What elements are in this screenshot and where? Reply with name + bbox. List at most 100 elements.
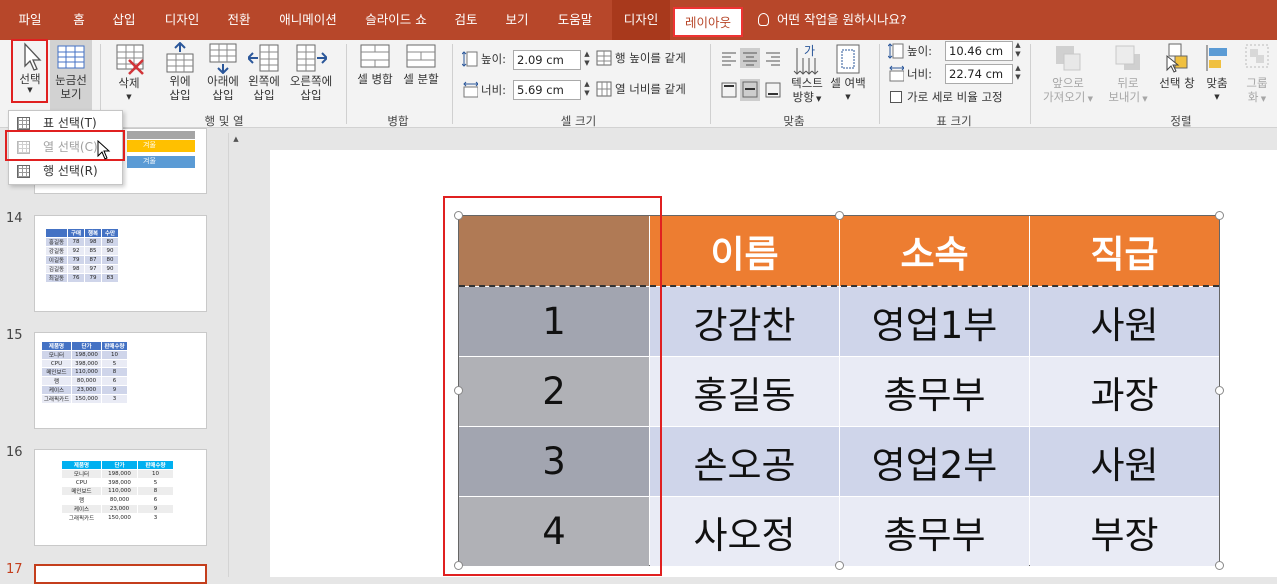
insert-below-button[interactable]: 아래에 삽입	[202, 42, 244, 102]
cell-margins-button[interactable]: 셀 여백 ▼	[828, 42, 868, 104]
table-height-input[interactable]: 10.46 cm	[945, 41, 1013, 61]
resize-handle[interactable]	[454, 561, 463, 570]
thumb-cell: 79	[84, 273, 102, 283]
table-header-cell[interactable]: 소속	[840, 216, 1029, 286]
slide-thumbnail-16[interactable]: 제품명 단가 판매수량 모니터 198,000 10 CPU 398,000 5 메인보드 110,…	[34, 449, 207, 546]
resize-handle[interactable]	[835, 561, 844, 570]
resize-handle[interactable]	[454, 211, 463, 220]
table-cell[interactable]: 총무부	[840, 497, 1029, 566]
view-gridlines-button[interactable]: 눈금선 보기	[50, 40, 92, 110]
tell-me-box[interactable]: 어떤 작업을 원하시나요?	[758, 0, 907, 40]
resize-handle[interactable]	[1215, 211, 1224, 220]
scroll-up-icon[interactable]: ▲	[229, 135, 243, 143]
insert-above-button[interactable]: 위에 삽입	[158, 42, 202, 102]
table-header-cell[interactable]: 이름	[650, 216, 839, 286]
align-middle-icon[interactable]	[740, 79, 760, 101]
table-cell[interactable]: 1	[459, 287, 649, 356]
table-cell[interactable]: 영업1부	[840, 287, 1029, 356]
table-cell[interactable]: 2	[459, 357, 649, 426]
table-width-input[interactable]: 22.74 cm	[945, 64, 1013, 84]
insert-left-button[interactable]: 왼쪽에 삽입	[244, 42, 284, 102]
tab-review[interactable]: 검토	[446, 0, 486, 40]
tab-animations[interactable]: 애니메이션	[270, 0, 346, 40]
tab-design[interactable]: 디자인	[156, 0, 208, 40]
table-cell[interactable]: 총무부	[840, 357, 1029, 426]
thumb-header-cell: 수만	[101, 228, 119, 238]
table-cell[interactable]: 사오정	[650, 497, 839, 566]
table-cell[interactable]: 과장	[1030, 357, 1219, 426]
merge-cells-button[interactable]: 셀 병합	[352, 42, 398, 86]
cell-margins-icon	[836, 44, 860, 74]
split-cells-button[interactable]: 셀 분할	[398, 42, 444, 86]
table-header-cell[interactable]: 직급	[1030, 216, 1219, 286]
table-cell[interactable]: 사원	[1030, 287, 1219, 356]
chevron-down-icon: ▼	[845, 93, 851, 101]
table-header-cell-empty[interactable]	[459, 216, 649, 286]
thumb-cell: 110,000	[71, 367, 102, 377]
thumbnail-scrollbar[interactable]: ▲	[228, 133, 243, 577]
selection-pane-button[interactable]: 선택 창	[1152, 42, 1202, 90]
table-cell[interactable]: 사원	[1030, 427, 1219, 496]
table-cell[interactable]: 강감찬	[650, 287, 839, 356]
menu-item-select-row[interactable]: 행 선택(R)	[9, 160, 122, 183]
cell-width-spinner[interactable]: ▲ ▼	[582, 80, 592, 100]
tab-layout[interactable]: 레이아웃	[673, 7, 743, 37]
thumb-cell: 메인보드	[41, 367, 72, 377]
tab-file[interactable]: 파일	[5, 0, 55, 40]
lock-aspect-label: 가로 세로 비율 고정	[907, 90, 1003, 104]
table-cell[interactable]: 손오공	[650, 427, 839, 496]
tab-home[interactable]: 홈	[62, 0, 96, 40]
thumb-cell: 케이스	[41, 385, 72, 395]
delete-button[interactable]: 삭제 ▼	[108, 42, 150, 104]
thumb-cell: 80	[101, 255, 119, 265]
thumb-header-bar	[127, 131, 195, 139]
distribute-columns-button[interactable]: 열 너비를 같게	[615, 80, 686, 98]
table-cell[interactable]: 부장	[1030, 497, 1219, 566]
align-top-icon[interactable]	[720, 81, 738, 99]
select-button[interactable]: 선택 ▼	[12, 40, 48, 102]
send-backward-button[interactable]: 뒤로 보내기 ▼	[1104, 42, 1152, 106]
tab-view[interactable]: 보기	[497, 0, 537, 40]
tab-help[interactable]: 도움말	[548, 0, 602, 40]
table-height-spinner[interactable]: ▲ ▼	[1013, 41, 1023, 61]
table-cell[interactable]: 영업2부	[840, 427, 1029, 496]
lock-aspect-checkbox[interactable]	[890, 91, 902, 103]
tab-table-design[interactable]: 디자인	[612, 0, 670, 40]
table-cell[interactable]: 3	[459, 427, 649, 496]
distribute-rows-button[interactable]: 행 높이를 같게	[615, 49, 686, 67]
insert-right-button[interactable]: 오른쪽에 삽입	[284, 42, 338, 102]
slide-thumbnail-14[interactable]: 구매 행복 수만 홍길동 78 98 80 강길동 92 85 90 이길동 79 87 80 김길동 98 97…	[34, 215, 207, 312]
chevron-down-icon: ▼	[813, 95, 822, 103]
text-direction-button[interactable]: 가 텍스트 방향 ▼	[786, 42, 828, 106]
thumb-cell: 메인보드	[61, 486, 102, 496]
slide-thumbnail-17[interactable]	[34, 564, 207, 584]
resize-handle[interactable]	[1215, 386, 1224, 395]
table-width-spinner[interactable]: ▲ ▼	[1013, 64, 1023, 84]
tab-insert[interactable]: 삽입	[103, 0, 145, 40]
group-button[interactable]: 그룹 화 ▼	[1238, 42, 1276, 106]
text-direction-icon: 가	[793, 44, 819, 75]
table-cell[interactable]: 4	[459, 497, 649, 566]
separator	[879, 44, 880, 124]
thumb-cell: 83	[101, 273, 119, 283]
align-center-icon[interactable]	[740, 48, 760, 68]
bring-forward-button[interactable]: 앞으로 가져오기 ▼	[1036, 42, 1100, 106]
resize-handle[interactable]	[454, 386, 463, 395]
text-direction-label-1: 텍스트	[791, 76, 823, 90]
align-right-icon[interactable]	[764, 50, 782, 66]
resize-handle[interactable]	[1215, 561, 1224, 570]
slide-thumbnail-15[interactable]: 제품명 단가 판매수량 모니터 198,000 10 CPU 398,000 5 메인보드 110,…	[34, 332, 207, 429]
align-objects-button[interactable]: 맞춤 ▼	[1200, 42, 1234, 104]
align-left-icon[interactable]	[720, 50, 738, 66]
resize-handle[interactable]	[835, 211, 844, 220]
group-label-2-row: 화 ▼	[1238, 90, 1276, 106]
tab-transitions[interactable]: 전환	[219, 0, 259, 40]
table-cell[interactable]: 홍길동	[650, 357, 839, 426]
menu-item-select-table[interactable]: 표 선택(T)	[9, 112, 122, 135]
cell-width-input[interactable]: 5.69 cm	[513, 80, 581, 100]
cell-height-spinner[interactable]: ▲ ▼	[582, 50, 592, 70]
align-bottom-icon[interactable]	[764, 81, 782, 99]
thumb-cell: 398,000	[71, 359, 102, 368]
cell-height-input[interactable]: 2.09 cm	[513, 50, 581, 70]
tab-slideshow[interactable]: 슬라이드 쇼	[356, 0, 436, 40]
